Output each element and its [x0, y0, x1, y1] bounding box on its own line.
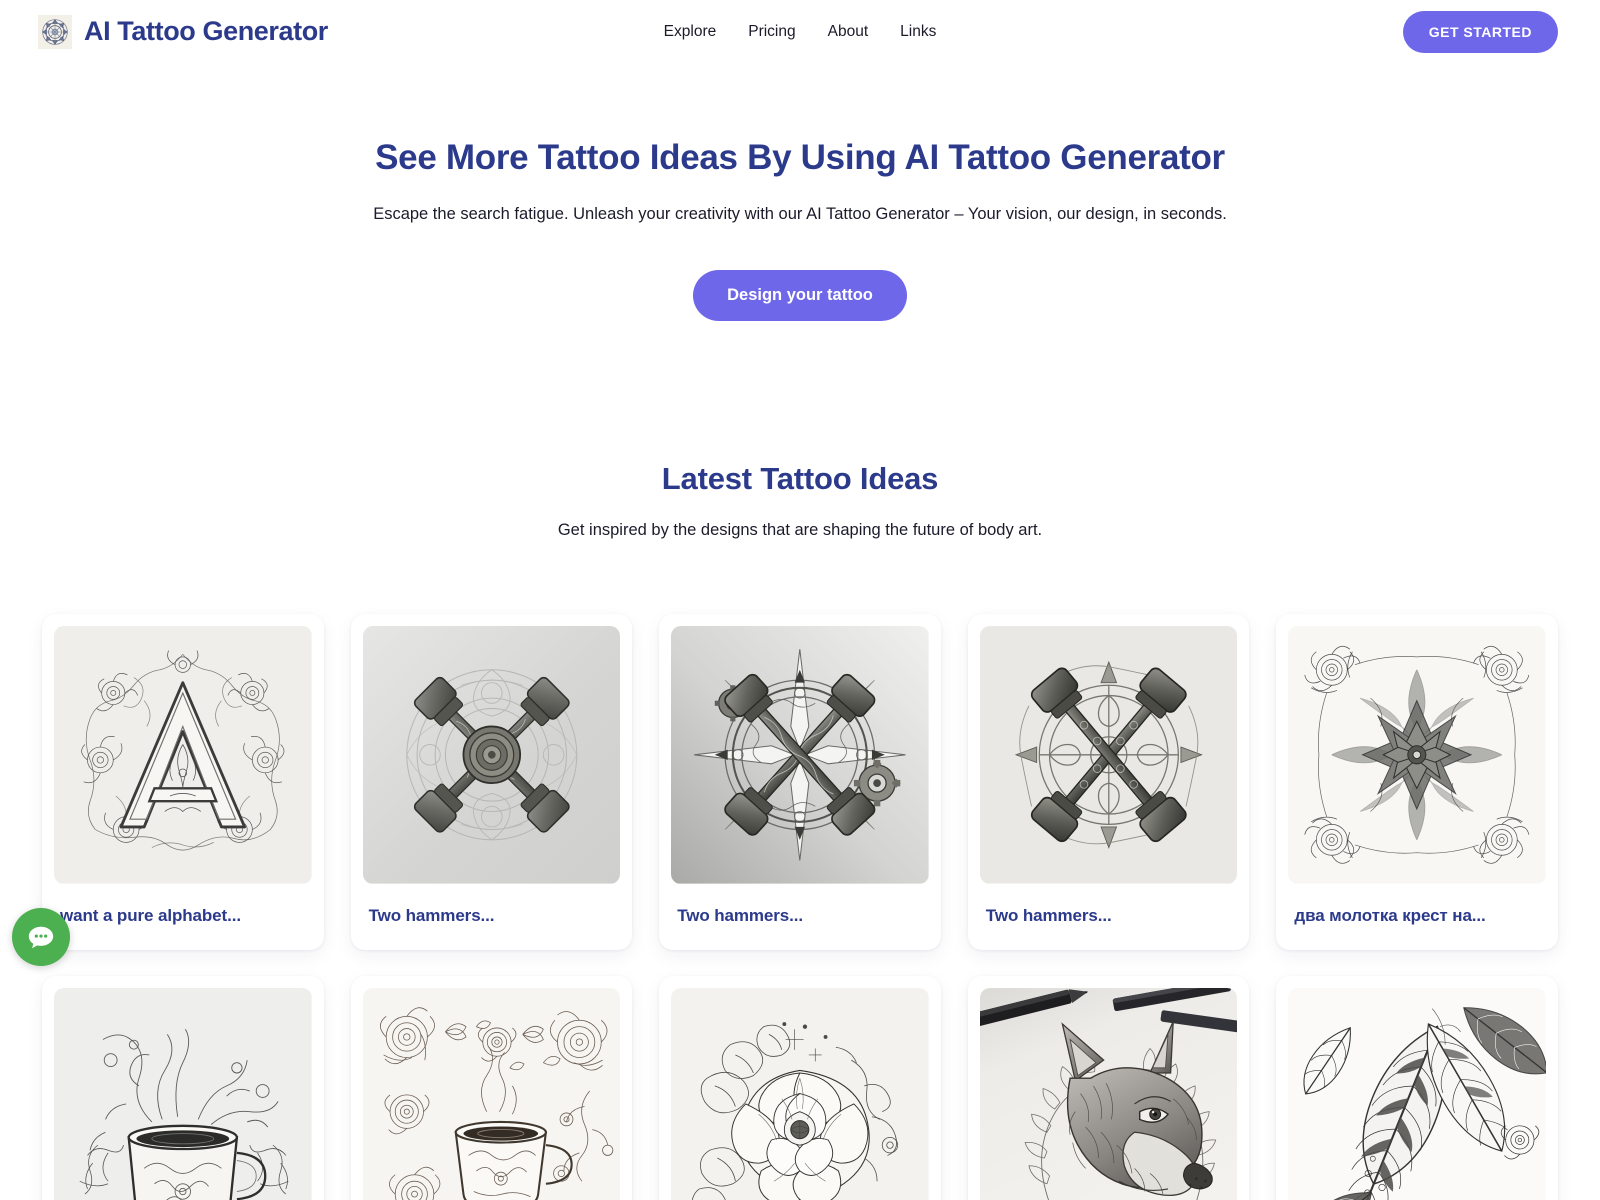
chat-bubble-icon	[26, 922, 56, 952]
tattoo-card[interactable]	[350, 975, 633, 1200]
latest-ideas-subtitle: Get inspired by the designs that are sha…	[557, 521, 1043, 540]
tattoo-card-title: Two hammers...	[368, 905, 495, 925]
nav-item-links[interactable]: Links	[900, 23, 936, 41]
tattoo-card[interactable]: два молотка крест на...	[1276, 614, 1558, 950]
nav-item-explore[interactable]: Explore	[664, 23, 717, 41]
mandala-icon	[38, 14, 72, 49]
tattoo-image-coffee-cup-swirl-steam[interactable]	[54, 987, 312, 1200]
tattoo-card[interactable]	[659, 975, 941, 1200]
tattoo-image-ornate-letter-a[interactable]	[54, 626, 312, 884]
chat-widget-button[interactable]	[12, 908, 70, 966]
tattoo-card[interactable]	[967, 975, 1250, 1200]
tattoo-image-wolf-portrait-sketch[interactable]	[979, 987, 1238, 1200]
tattoo-card[interactable]	[42, 975, 324, 1200]
tattoo-card-title: want a pure alphabet...	[60, 905, 241, 925]
site-header: AI Tattoo Generator Explore Pricing Abou…	[0, 0, 1600, 63]
tattoo-card-title: два молотка крест на...	[1294, 905, 1486, 925]
brand-name: AI Tattoo Generator	[84, 16, 328, 46]
get-started-button[interactable]: GET STARTED	[1402, 10, 1558, 53]
tattoo-card-title: Two hammers...	[677, 905, 804, 925]
main-nav: Explore Pricing About Links	[664, 23, 937, 41]
tattoo-ideas-grid: want a pure alphabet... Two hammers... T…	[0, 614, 1600, 1200]
tattoo-image-floral-mandala-square[interactable]	[1288, 626, 1546, 884]
tattoo-card[interactable]	[1276, 975, 1558, 1200]
tattoo-card[interactable]: Two hammers...	[967, 614, 1250, 950]
tattoo-image-crossed-hammers-wheel[interactable]	[979, 626, 1238, 884]
tattoo-card-title: Two hammers...	[985, 905, 1112, 925]
latest-ideas-title: Latest Tattoo Ideas	[661, 461, 939, 497]
hero-subtitle: Escape the search fatigue. Unleash your …	[373, 205, 1227, 223]
tattoo-card[interactable]: want a pure alphabet...	[42, 614, 324, 950]
tattoo-image-coffee-cup-roses-sheet[interactable]	[362, 987, 621, 1200]
tattoo-card[interactable]: Two hammers...	[659, 614, 941, 950]
latest-ideas-section: Latest Tattoo Ideas Get inspired by the …	[0, 461, 1600, 540]
tattoo-card[interactable]: Two hammers...	[350, 614, 633, 950]
tattoo-image-crossed-hammers-medallion[interactable]	[362, 626, 621, 884]
brand-logo-link[interactable]: AI Tattoo Generator	[38, 14, 328, 49]
hero-section: See More Tattoo Ideas By Using AI Tattoo…	[0, 63, 1600, 322]
page-title: See More Tattoo Ideas By Using AI Tattoo…	[375, 138, 1225, 177]
design-your-tattoo-button[interactable]: Design your tattoo	[693, 270, 907, 322]
tattoo-image-peony-flower-bouquet[interactable]	[671, 987, 929, 1200]
tattoo-image-feathers-pattern[interactable]	[1288, 987, 1546, 1200]
nav-item-about[interactable]: About	[828, 23, 869, 41]
tattoo-image-crossed-hammers-compass[interactable]	[671, 626, 929, 884]
nav-item-pricing[interactable]: Pricing	[748, 23, 795, 41]
header-cta-wrap: GET STARTED	[1402, 10, 1558, 53]
hero-button-wrap: Design your tattoo	[0, 270, 1600, 322]
